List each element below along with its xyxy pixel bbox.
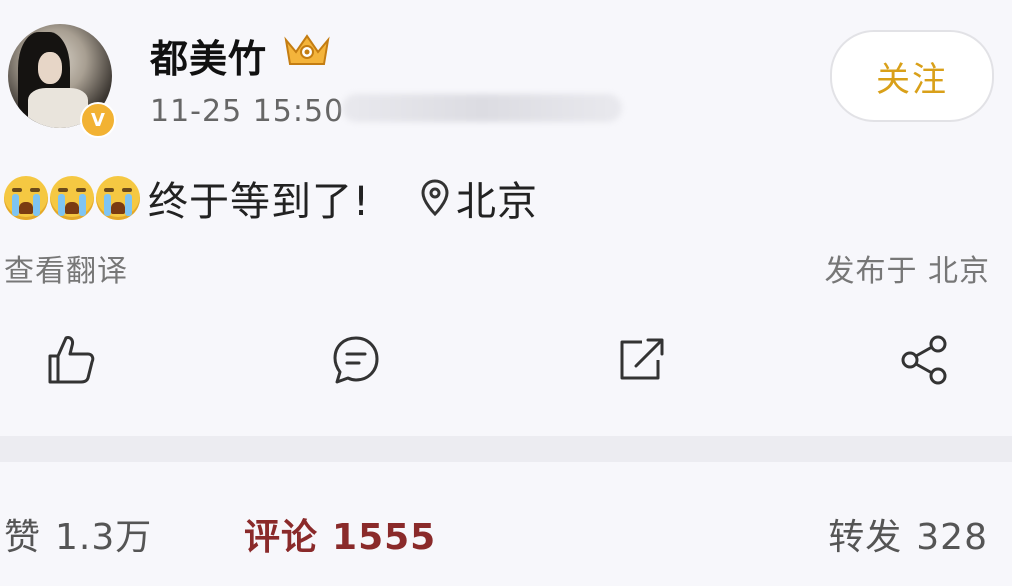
tab-comments[interactable]: 评论 1555 xyxy=(244,508,436,560)
likes-label: 赞 xyxy=(4,517,42,558)
avatar-body xyxy=(28,88,88,128)
likes-count: 1.3万 xyxy=(55,517,153,558)
section-divider xyxy=(0,436,1012,462)
post-text: 终于等到了! xyxy=(148,179,371,225)
crying-emoji-icon xyxy=(50,176,94,220)
comment-icon[interactable] xyxy=(330,330,384,390)
reposts-count: 328 xyxy=(916,517,988,558)
translate-link[interactable]: 查看翻译 xyxy=(4,246,128,290)
crying-emoji-icon xyxy=(96,176,140,220)
thumbs-up-icon[interactable] xyxy=(44,330,98,390)
follow-button[interactable]: 关注 xyxy=(830,30,994,122)
tab-reposts[interactable]: 转发 328 xyxy=(828,508,988,560)
share-icon[interactable] xyxy=(898,330,952,390)
published-location: 发布于 北京 xyxy=(824,254,990,289)
verified-v-icon: V xyxy=(80,102,116,138)
post-content: 终于等到了! 北京 xyxy=(4,169,538,227)
crown-icon xyxy=(284,34,330,65)
action-bar xyxy=(0,330,1012,390)
reposts-label: 转发 xyxy=(828,517,903,558)
comments-label: 评论 xyxy=(244,517,319,558)
repost-icon[interactable] xyxy=(616,330,670,390)
blurred-source-text xyxy=(342,94,622,122)
location-pin-icon xyxy=(421,179,449,217)
tab-likes[interactable]: 赞 1.3万 xyxy=(4,508,152,560)
avatar-face xyxy=(38,52,62,84)
post-timestamp: 11-25 15:50 xyxy=(150,94,345,129)
location-link[interactable]: 北京 xyxy=(456,169,538,227)
stats-bar: 赞 1.3万 评论 1555 转发 328 xyxy=(0,502,1012,562)
comments-count: 1555 xyxy=(332,517,437,558)
user-name[interactable]: 都美竹 xyxy=(150,28,267,83)
crying-emoji-icon xyxy=(4,176,48,220)
